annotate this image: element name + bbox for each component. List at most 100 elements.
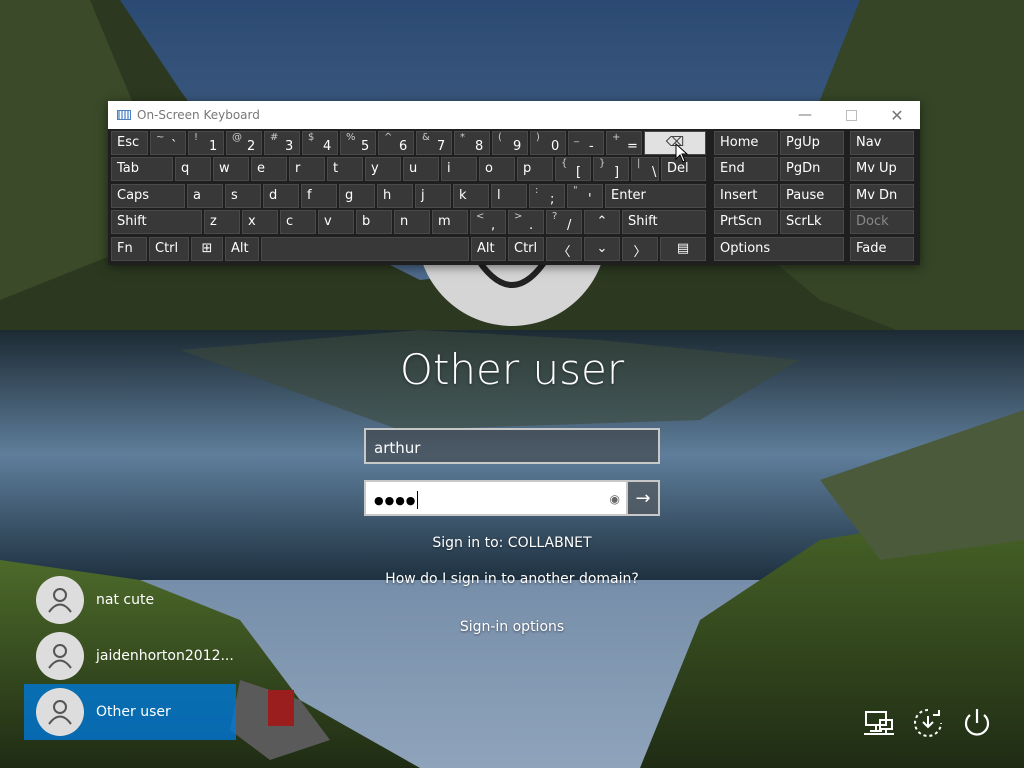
reveal-password-icon[interactable]: ◉	[610, 492, 620, 506]
key-nav[interactable]: Nav	[850, 131, 914, 155]
key-w[interactable]: w	[213, 157, 249, 181]
key-6[interactable]: ^ 6	[378, 131, 414, 155]
key-fn[interactable]: Fn	[111, 237, 147, 261]
key-pgup[interactable]: PgUp	[780, 131, 844, 155]
key-main-label: 3	[285, 139, 294, 154]
key-minus[interactable]: _ -	[568, 131, 604, 155]
key-n[interactable]: n	[394, 210, 430, 234]
user-list-item[interactable]: jaidenhorton2012...	[24, 628, 236, 684]
key-end[interactable]: End	[714, 157, 778, 181]
key-backtick[interactable]: ~ `	[150, 131, 186, 155]
key-win[interactable]: ⊞	[191, 237, 223, 261]
key-insert[interactable]: Insert	[714, 184, 778, 208]
key-o[interactable]: o	[479, 157, 515, 181]
key-pgdn[interactable]: PgDn	[780, 157, 844, 181]
key-down[interactable]: ⌄	[584, 237, 620, 261]
key-tab[interactable]: Tab	[111, 157, 173, 181]
user-list-item[interactable]: Other user	[24, 684, 236, 740]
key-rshift[interactable]: Shift	[622, 210, 706, 234]
key-c[interactable]: c	[280, 210, 316, 234]
submit-arrow-button[interactable]: →	[626, 480, 660, 516]
key-v[interactable]: v	[318, 210, 354, 234]
key-backslash[interactable]: | \	[631, 157, 659, 181]
close-button[interactable]: ✕	[874, 101, 920, 129]
minimize-button[interactable]: —	[782, 101, 828, 129]
key-caps[interactable]: Caps	[111, 184, 185, 208]
osk-titlebar[interactable]: On-Screen Keyboard — ✕	[108, 101, 920, 129]
key-left[interactable]: 〈	[546, 237, 582, 261]
key-right[interactable]: 〉	[622, 237, 658, 261]
key-9[interactable]: (9	[492, 131, 528, 155]
key-esc[interactable]: Esc	[111, 131, 148, 155]
key-rctrl[interactable]: Ctrl	[508, 237, 544, 261]
username-input[interactable]: arthur	[364, 428, 660, 464]
key-z[interactable]: z	[204, 210, 240, 234]
key-f[interactable]: f	[301, 184, 337, 208]
key-semicolon[interactable]: :;	[529, 184, 565, 208]
key-j[interactable]: j	[415, 184, 451, 208]
key-pause[interactable]: Pause	[780, 184, 844, 208]
network-icon[interactable]	[862, 706, 896, 740]
key-quote[interactable]: " '	[567, 184, 603, 208]
key-mvdn[interactable]: Mv Dn	[850, 184, 914, 208]
key-y[interactable]: y	[365, 157, 401, 181]
key-space[interactable]	[261, 237, 469, 261]
key-q[interactable]: q	[175, 157, 211, 181]
key-i[interactable]: i	[441, 157, 477, 181]
key-prtscn[interactable]: PrtScn	[714, 210, 778, 234]
key-enter[interactable]: Enter	[605, 184, 706, 208]
key-equals[interactable]: + =	[606, 131, 642, 155]
key-3[interactable]: #3	[264, 131, 300, 155]
key-scrlk[interactable]: ScrLk	[780, 210, 844, 234]
key-5[interactable]: % 5	[340, 131, 376, 155]
key-lalt[interactable]: Alt	[225, 237, 259, 261]
key-8[interactable]: * 8	[454, 131, 490, 155]
key-x[interactable]: x	[242, 210, 278, 234]
key-e[interactable]: e	[251, 157, 287, 181]
key-period[interactable]: >.	[508, 210, 544, 234]
key-2[interactable]: @2	[226, 131, 262, 155]
key-label: ScrLk	[786, 214, 822, 229]
key-main-label: \	[652, 165, 657, 180]
key-t[interactable]: t	[327, 157, 363, 181]
key-menu[interactable]: ▤	[660, 237, 706, 261]
key-lctrl[interactable]: Ctrl	[149, 237, 189, 261]
key-a[interactable]: a	[187, 184, 223, 208]
maximize-icon	[845, 109, 857, 121]
key-g[interactable]: g	[339, 184, 375, 208]
key-comma[interactable]: <,	[470, 210, 506, 234]
key-0[interactable]: ) 0	[530, 131, 566, 155]
key-m[interactable]: m	[432, 210, 468, 234]
maximize-button[interactable]	[828, 101, 874, 129]
key-s[interactable]: s	[225, 184, 261, 208]
key-u[interactable]: u	[403, 157, 439, 181]
key-fade[interactable]: Fade	[850, 237, 914, 261]
power-icon[interactable]	[960, 706, 994, 740]
key-l[interactable]: l	[491, 184, 527, 208]
key-ralt[interactable]: Alt	[471, 237, 506, 261]
key-h[interactable]: h	[377, 184, 413, 208]
key-options[interactable]: Options	[714, 237, 844, 261]
key-main-label: 6	[399, 139, 408, 154]
key-lbracket[interactable]: {[	[555, 157, 591, 181]
key-home[interactable]: Home	[714, 131, 778, 155]
ease-of-access-icon[interactable]	[911, 706, 945, 740]
key-b[interactable]: b	[356, 210, 392, 234]
password-input[interactable]: ●●●● ◉	[364, 480, 628, 516]
key-7[interactable]: & 7	[416, 131, 452, 155]
key-up[interactable]: ⌃	[584, 210, 620, 234]
key-mvup[interactable]: Mv Up	[850, 157, 914, 181]
key-shift-label: ^	[384, 132, 393, 143]
key-p[interactable]: p	[517, 157, 553, 181]
key-slash[interactable]: ? /	[546, 210, 582, 234]
key-k[interactable]: k	[453, 184, 489, 208]
key-1[interactable]: ! 1	[188, 131, 224, 155]
key-lshift[interactable]: Shift	[111, 210, 202, 234]
user-list-item[interactable]: nat cute	[24, 572, 236, 628]
key-4[interactable]: $4	[302, 131, 338, 155]
key-d[interactable]: d	[263, 184, 299, 208]
key-r[interactable]: r	[289, 157, 325, 181]
key-dock[interactable]: Dock	[850, 210, 914, 234]
key-shift-label: $	[308, 132, 315, 143]
key-rbracket[interactable]: }]	[593, 157, 629, 181]
